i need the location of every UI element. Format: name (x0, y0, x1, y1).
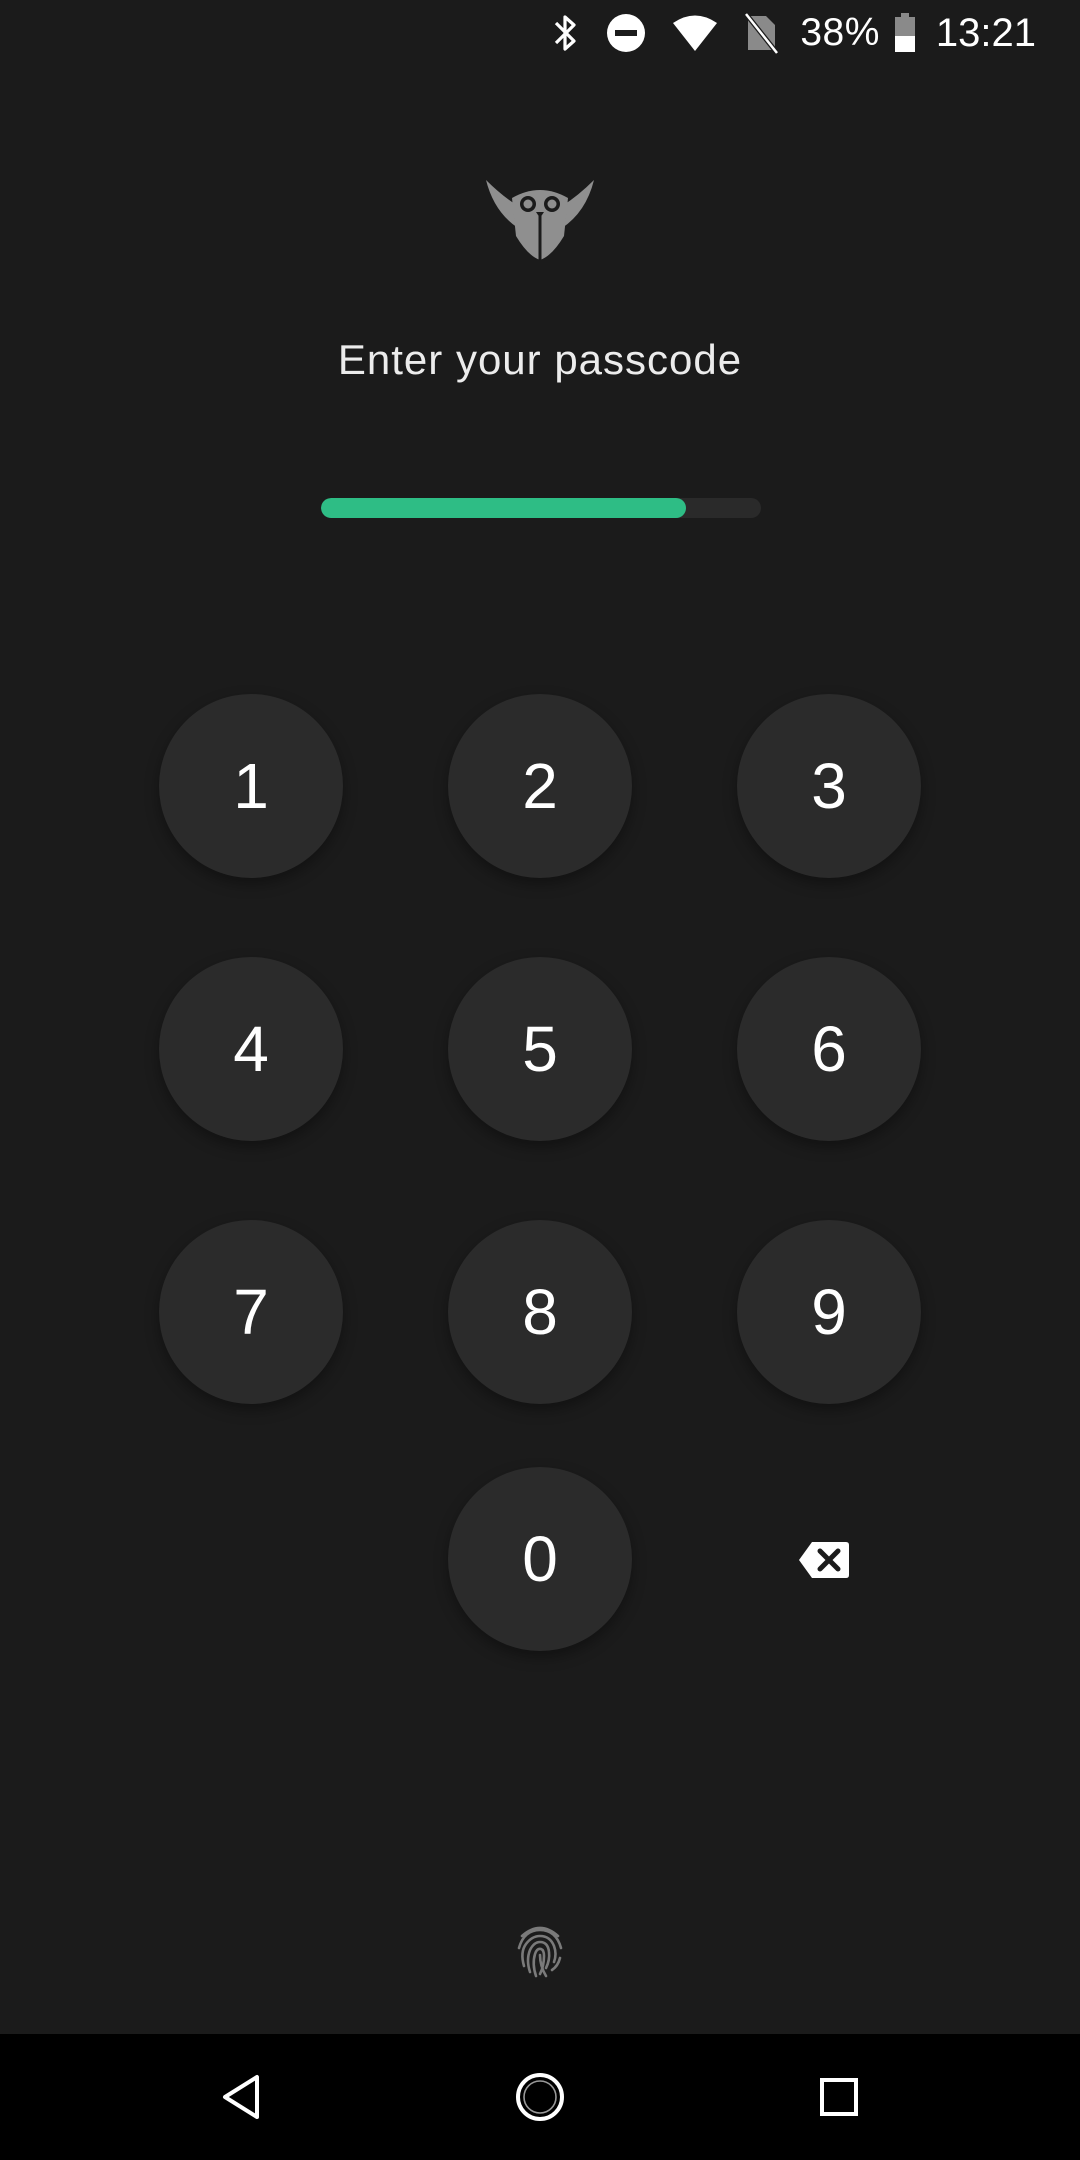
key-3[interactable]: 3 (737, 694, 921, 878)
key-5[interactable]: 5 (448, 957, 632, 1141)
passcode-prompt: Enter your passcode (337, 336, 743, 383)
bluetooth-icon (552, 8, 580, 58)
recents-square-icon[interactable] (806, 2064, 872, 2130)
battery-percent: 38% (800, 11, 880, 54)
battery-icon (894, 8, 916, 58)
key-0[interactable]: 0 (448, 1467, 632, 1651)
key-9[interactable]: 9 (737, 1220, 921, 1404)
clock: 13:21 (935, 10, 1036, 55)
backspace-icon[interactable] (798, 1540, 850, 1580)
status-bar: 38% 13:21 (0, 0, 1080, 66)
no-sim-icon (744, 8, 779, 58)
passcode-progress-fill (321, 498, 687, 518)
key-7[interactable]: 7 (159, 1220, 343, 1404)
wifi-icon (672, 8, 718, 58)
key-2[interactable]: 2 (448, 694, 632, 878)
key-6[interactable]: 6 (737, 957, 921, 1141)
home-circle-icon[interactable] (507, 2064, 573, 2130)
key-1[interactable]: 1 (159, 694, 343, 878)
passcode-screen: 38% 13:21 Enter your passcode 1 2 3 4 5 … (0, 0, 1080, 2160)
key-8[interactable]: 8 (448, 1220, 632, 1404)
key-4[interactable]: 4 (159, 957, 343, 1141)
owl-logo-icon (484, 176, 596, 260)
navigation-bar (0, 2034, 1080, 2160)
passcode-progress-bar (321, 498, 761, 518)
back-triangle-icon[interactable] (208, 2064, 274, 2130)
fingerprint-icon[interactable] (516, 1922, 564, 1978)
do-not-disturb-icon (606, 8, 646, 58)
